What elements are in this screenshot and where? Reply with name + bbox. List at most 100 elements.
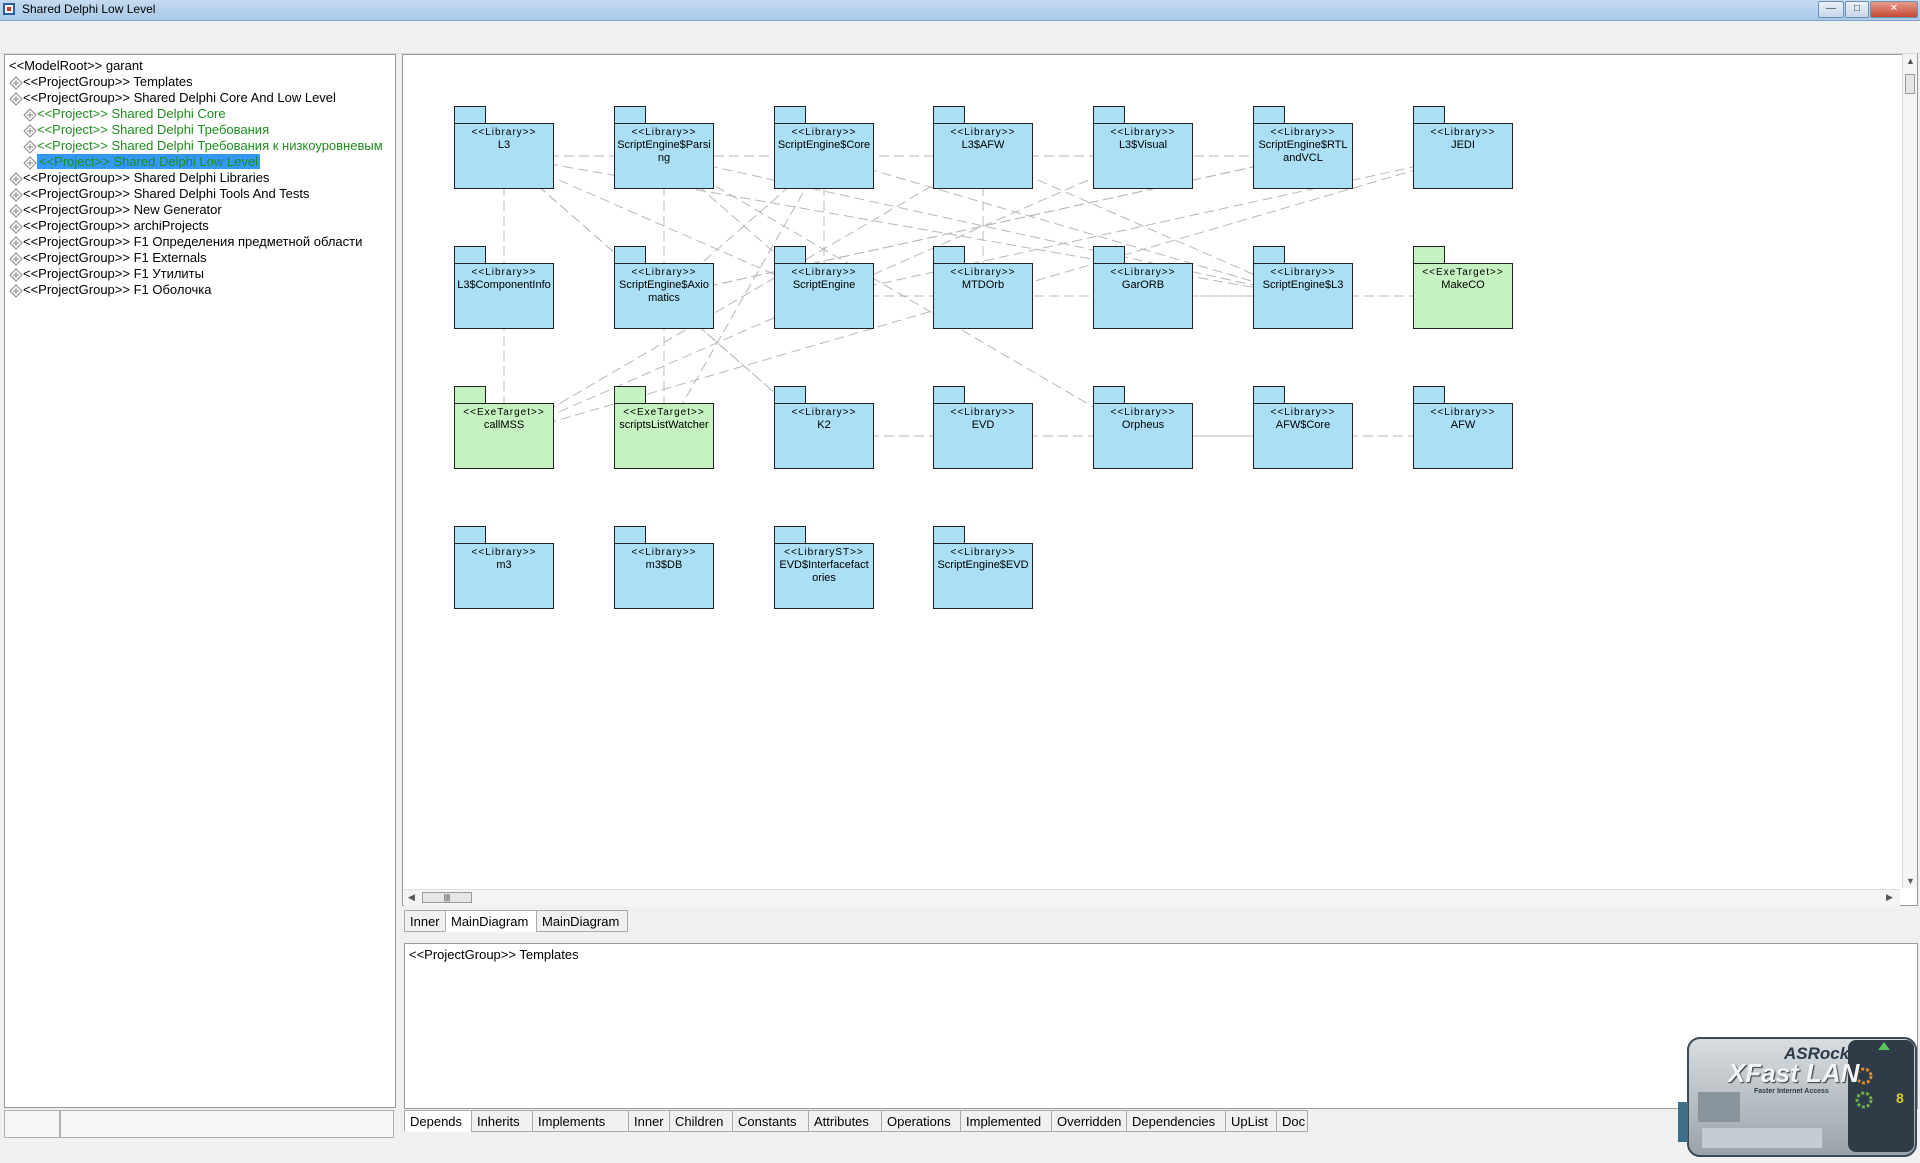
minimize-button[interactable]: —: [1818, 1, 1844, 18]
scroll-right-icon[interactable]: ▶: [1886, 892, 1893, 903]
tab-children[interactable]: Children: [669, 1110, 733, 1132]
package-node[interactable]: <<ExeTarget>> callMSS: [454, 386, 554, 469]
package-node[interactable]: <<Library>> ScriptEngine$Axiomatics: [614, 246, 714, 329]
tab-dependencies[interactable]: Dependencies: [1126, 1110, 1226, 1132]
tab-doc[interactable]: Doc: [1276, 1110, 1308, 1132]
tab-maindiagram[interactable]: MainDiagram: [536, 910, 628, 932]
tree-item[interactable]: <<ProjectGroup>> Shared Delphi Core And …: [9, 90, 336, 106]
scroll-up-icon[interactable]: ▲: [1906, 56, 1915, 66]
package-node[interactable]: <<Library>> Orpheus: [1093, 386, 1193, 469]
expand-icon[interactable]: [9, 219, 23, 234]
package-tab: [1093, 246, 1125, 264]
expand-icon[interactable]: [9, 283, 23, 298]
package-node[interactable]: <<Library>> ScriptEngine$Core: [774, 106, 874, 189]
scroll-left-icon[interactable]: ◀: [408, 892, 415, 903]
expand-icon[interactable]: [23, 107, 37, 122]
package-tab: [614, 526, 646, 544]
package-body: <<ExeTarget>> scriptsListWatcher: [614, 403, 714, 469]
package-node[interactable]: <<Library>> AFW$Core: [1253, 386, 1353, 469]
package-node[interactable]: <<Library>> JEDI: [1413, 106, 1513, 189]
package-node[interactable]: <<Library>> K2: [774, 386, 874, 469]
widget-count: 8: [1896, 1090, 1904, 1106]
package-name: EVD$Interfacefactories: [779, 559, 869, 584]
package-stereotype: <<Library>>: [1270, 127, 1336, 138]
maximize-button[interactable]: □: [1845, 1, 1869, 18]
tree-item-label: <<ProjectGroup>> Templates: [23, 74, 193, 89]
expand-icon[interactable]: [23, 139, 37, 154]
model-tree[interactable]: <<ModelRoot>> garant <<ProjectGroup>> Tem…: [4, 54, 396, 1108]
tree-item[interactable]: <<ProjectGroup>> F1 Утилиты: [9, 266, 204, 282]
toolbar: [0, 21, 1920, 54]
close-button[interactable]: ✕: [1870, 1, 1918, 18]
expand-icon[interactable]: [9, 75, 23, 90]
package-node[interactable]: <<Library>> L3$Visual: [1093, 106, 1193, 189]
package-node[interactable]: <<ExeTarget>> scriptsListWatcher: [614, 386, 714, 469]
package-name: m3: [496, 559, 512, 571]
tree-item[interactable]: <<Project>> Shared Delphi Требования: [23, 122, 269, 138]
package-node[interactable]: <<Library>> ScriptEngine$L3: [1253, 246, 1353, 329]
package-tab: [614, 246, 646, 264]
package-name: JEDI: [1451, 139, 1475, 151]
tree-item[interactable]: <<ProjectGroup>> F1 Оболочка: [9, 282, 212, 298]
diagram-canvas[interactable]: <<Library>> L3 <<Library>> ScriptEngine$Par…: [402, 54, 1918, 906]
tree-item[interactable]: <<Project>> Shared Delphi Core: [23, 106, 226, 122]
tab-inner[interactable]: Inner: [404, 910, 446, 932]
tree-item[interactable]: <<ProjectGroup>> New Generator: [9, 202, 222, 218]
tab-maindiagram[interactable]: MainDiagram: [445, 910, 537, 932]
tree-item[interactable]: <<ProjectGroup>> Templates: [9, 74, 193, 90]
tree-item-label: <<ProjectGroup>> New Generator: [23, 202, 222, 217]
package-node[interactable]: <<Library>> MTDOrb: [933, 246, 1033, 329]
scroll-down-icon[interactable]: ▼: [1906, 876, 1915, 886]
tree-item[interactable]: <<ProjectGroup>> Shared Delphi Tools And…: [9, 186, 309, 202]
tab-inherits[interactable]: Inherits: [471, 1110, 533, 1132]
tree-item[interactable]: <<Project>> Shared Delphi Low Level: [23, 154, 260, 170]
package-node[interactable]: <<Library>> m3$DB: [614, 526, 714, 609]
tree-item[interactable]: <<Project>> Shared Delphi Требования к н…: [23, 138, 383, 154]
package-node[interactable]: <<ExeTarget>> MakeCO: [1413, 246, 1513, 329]
package-name: ScriptEngine$RTLandVCL: [1258, 139, 1348, 164]
package-node[interactable]: <<Library>> L3$ComponentInfo: [454, 246, 554, 329]
tab-attributes[interactable]: Attributes: [808, 1110, 882, 1132]
tab-depends[interactable]: Depends: [404, 1110, 472, 1132]
scroll-thumb[interactable]: [1905, 74, 1915, 94]
package-body: <<Library>> m3$DB: [614, 543, 714, 609]
expand-icon[interactable]: [9, 235, 23, 250]
package-node[interactable]: <<Library>> ScriptEngine$RTLandVCL: [1253, 106, 1353, 189]
expand-icon[interactable]: [9, 91, 23, 106]
expand-icon[interactable]: [23, 155, 37, 170]
xfast-lan-widget[interactable]: ASRock XFast LAN Faster Internet Access …: [1678, 1032, 1920, 1160]
package-node[interactable]: <<Library>> L3: [454, 106, 554, 189]
package-node[interactable]: <<Library>> ScriptEngine: [774, 246, 874, 329]
diagram-vertical-scrollbar[interactable]: ▲ ▼: [1902, 54, 1917, 888]
expand-icon[interactable]: [9, 171, 23, 186]
tab-constants[interactable]: Constants: [732, 1110, 809, 1132]
package-node[interactable]: <<Library>> ScriptEngine$EVD: [933, 526, 1033, 609]
package-node[interactable]: <<LibraryST>> EVD$Interfacefactories: [774, 526, 874, 609]
expand-icon[interactable]: [9, 251, 23, 266]
expand-icon[interactable]: [9, 203, 23, 218]
diagram-horizontal-scrollbar[interactable]: ◀ ||| ▶: [404, 889, 1900, 906]
tab-implements[interactable]: Implements: [532, 1110, 629, 1132]
package-node[interactable]: <<Library>> EVD: [933, 386, 1033, 469]
tab-implemented[interactable]: Implemented: [960, 1110, 1052, 1132]
expand-icon[interactable]: [9, 187, 23, 202]
package-node[interactable]: <<Library>> GarORB: [1093, 246, 1193, 329]
tree-item[interactable]: <<ProjectGroup>> F1 Определения предметн…: [9, 234, 362, 250]
tab-overridden[interactable]: Overridden: [1051, 1110, 1127, 1132]
package-node[interactable]: <<Library>> AFW: [1413, 386, 1513, 469]
tab-operations[interactable]: Operations: [881, 1110, 961, 1132]
package-node[interactable]: <<Library>> m3: [454, 526, 554, 609]
package-name: m3$DB: [645, 559, 683, 571]
status-cell: [4, 1110, 60, 1138]
tree-item[interactable]: <<ModelRoot>> garant: [9, 58, 143, 74]
expand-icon[interactable]: [9, 267, 23, 282]
tab-uplist[interactable]: UpList: [1225, 1110, 1277, 1132]
tree-item[interactable]: <<ProjectGroup>> F1 Externals: [9, 250, 207, 266]
package-node[interactable]: <<Library>> L3$AFW: [933, 106, 1033, 189]
scroll-thumb[interactable]: |||: [422, 892, 472, 903]
tree-item[interactable]: <<ProjectGroup>> Shared Delphi Libraries: [9, 170, 269, 186]
tree-item[interactable]: <<ProjectGroup>> archiProjects: [9, 218, 209, 234]
expand-icon[interactable]: [23, 123, 37, 138]
package-node[interactable]: <<Library>> ScriptEngine$Parsing: [614, 106, 714, 189]
tab-inner[interactable]: Inner: [628, 1110, 670, 1132]
